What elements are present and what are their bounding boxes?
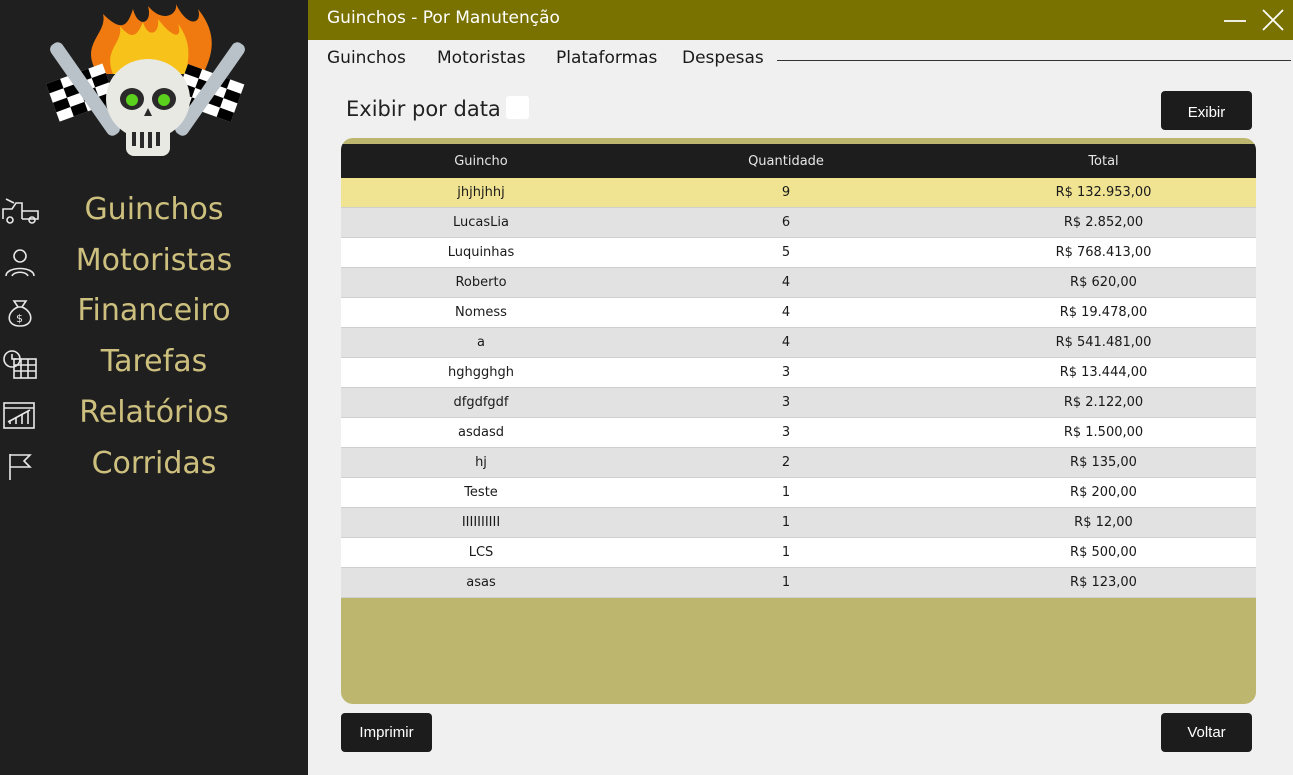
cell-quantidade: 4: [781, 305, 791, 320]
cell-guincho: Luquinhas: [447, 245, 515, 260]
cell-total: R$ 13.444,00: [1059, 365, 1148, 380]
sidebar-item-relatorios[interactable]: Relatórios: [0, 390, 308, 440]
cell-guincho: jhjhjhhj: [457, 185, 505, 200]
cell-total: R$ 2.852,00: [1063, 215, 1144, 230]
print-button[interactable]: Imprimir: [341, 713, 432, 752]
cell-quantidade: 5: [781, 245, 791, 260]
cell-guincho: a: [477, 335, 485, 350]
cell-quantidade: 1: [781, 515, 791, 530]
cell-guincho: asdasd: [458, 425, 504, 440]
table-row[interactable]: hj 2 R$ 135,00: [341, 448, 1256, 478]
table-header: Guincho Quantidade Total: [341, 144, 1256, 178]
sidebar-item-financeiro[interactable]: $ Financeiro: [0, 288, 308, 338]
column-header-guincho[interactable]: Guincho: [341, 144, 621, 178]
table-row[interactable]: asdasd 3 R$ 1.500,00: [341, 418, 1256, 448]
table-row[interactable]: Roberto 4 R$ 620,00: [341, 268, 1256, 298]
cell-total: R$ 135,00: [1070, 455, 1137, 470]
column-header-quantidade[interactable]: Quantidade: [621, 144, 951, 178]
table-row[interactable]: asas 1 R$ 123,00: [341, 568, 1256, 598]
cell-quantidade: 3: [781, 425, 791, 440]
menu-plataformas[interactable]: Plataformas: [556, 48, 657, 68]
cell-total: R$ 500,00: [1070, 545, 1137, 560]
cell-guincho: IIIIIIIIII: [461, 515, 501, 530]
table-row[interactable]: LucasLia 6 R$ 2.852,00: [341, 208, 1256, 238]
cell-guincho: LucasLia: [453, 215, 509, 230]
show-button[interactable]: Exibir: [1161, 91, 1252, 130]
table-row[interactable]: hghgghgh 3 R$ 13.444,00: [341, 358, 1256, 388]
cell-quantidade: 4: [781, 275, 791, 290]
menu-guinchos[interactable]: Guinchos: [327, 48, 406, 68]
cell-quantidade: 9: [781, 185, 791, 200]
sidebar-item-label: Financeiro: [77, 293, 231, 328]
filter-by-date-label: Exibir por data: [346, 97, 501, 121]
cell-total: R$ 768.413,00: [1055, 245, 1152, 260]
cell-guincho: hghgghgh: [448, 365, 514, 380]
filter-by-date-checkbox[interactable]: [506, 96, 529, 119]
column-header-total[interactable]: Total: [951, 144, 1256, 178]
minimize-icon[interactable]: [1220, 5, 1250, 35]
cell-quantidade: 1: [781, 485, 791, 500]
menu-despesas[interactable]: Despesas: [682, 48, 764, 68]
window-title: Guinchos - Por Manutenção: [327, 8, 560, 28]
cell-quantidade: 1: [781, 545, 791, 560]
skull-logo-icon: [46, 4, 245, 156]
cell-total: R$ 19.478,00: [1059, 305, 1148, 320]
menu-bar: Guinchos Motoristas Plataformas Despesas: [308, 44, 1293, 74]
menu-divider: [777, 60, 1291, 61]
table-row[interactable]: Teste 1 R$ 200,00: [341, 478, 1256, 508]
cell-total: R$ 2.122,00: [1063, 395, 1144, 410]
table-row[interactable]: jhjhjhhj 9 R$ 132.953,00: [341, 178, 1256, 208]
cell-quantidade: 3: [781, 395, 791, 410]
sidebar-item-guinchos[interactable]: Guinchos: [0, 187, 308, 237]
sidebar-item-label: Relatórios: [79, 395, 229, 430]
cell-total: R$ 12,00: [1074, 515, 1133, 530]
table-row[interactable]: Luquinhas 5 R$ 768.413,00: [341, 238, 1256, 268]
cell-quantidade: 6: [781, 215, 791, 230]
table-row[interactable]: LCS 1 R$ 500,00: [341, 538, 1256, 568]
cell-quantidade: 4: [781, 335, 791, 350]
sidebar-item-label: Motoristas: [75, 243, 233, 278]
cell-guincho: hj: [475, 455, 487, 470]
cell-quantidade: 1: [781, 575, 791, 590]
sidebar-item-corridas[interactable]: Corridas: [0, 441, 308, 491]
cell-quantidade: 2: [781, 455, 791, 470]
cell-guincho: Nomess: [455, 305, 507, 320]
cell-guincho: Roberto: [455, 275, 507, 290]
cell-guincho: LCS: [468, 545, 494, 560]
sidebar: Guinchos Motoristas $ Financeiro Tarefas…: [0, 0, 308, 775]
menu-motoristas[interactable]: Motoristas: [437, 48, 526, 68]
cell-total: R$ 620,00: [1070, 275, 1137, 290]
table-row[interactable]: dfgdfgdf 3 R$ 2.122,00: [341, 388, 1256, 418]
table-row[interactable]: a 4 R$ 541.481,00: [341, 328, 1256, 358]
cell-total: R$ 132.953,00: [1055, 185, 1152, 200]
table-body: jhjhjhhj 9 R$ 132.953,00 LucasLia 6 R$ 2.852…: [341, 178, 1256, 598]
cell-guincho: dfgdfgdf: [453, 395, 509, 410]
sidebar-item-label: Tarefas: [100, 344, 208, 379]
sidebar-item-label: Corridas: [91, 446, 217, 481]
close-icon[interactable]: [1258, 5, 1288, 35]
report-table: Guincho Quantidade Total jhjhjhhj 9 R$ 132…: [341, 138, 1256, 704]
cell-total: R$ 1.500,00: [1063, 425, 1144, 440]
title-bar: Guinchos - Por Manutenção: [308, 0, 1293, 40]
table-row[interactable]: Nomess 4 R$ 19.478,00: [341, 298, 1256, 328]
sidebar-item-label: Guinchos: [84, 192, 224, 227]
sidebar-item-motoristas[interactable]: Motoristas: [0, 238, 308, 288]
back-button[interactable]: Voltar: [1161, 713, 1252, 752]
cell-total: R$ 123,00: [1070, 575, 1137, 590]
table-row[interactable]: IIIIIIIIII 1 R$ 12,00: [341, 508, 1256, 538]
cell-total: R$ 541.481,00: [1055, 335, 1152, 350]
cell-quantidade: 3: [781, 365, 791, 380]
cell-guincho: Teste: [464, 485, 498, 500]
cell-total: R$ 200,00: [1070, 485, 1137, 500]
cell-guincho: asas: [466, 575, 496, 590]
sidebar-item-tarefas[interactable]: Tarefas: [0, 339, 308, 389]
